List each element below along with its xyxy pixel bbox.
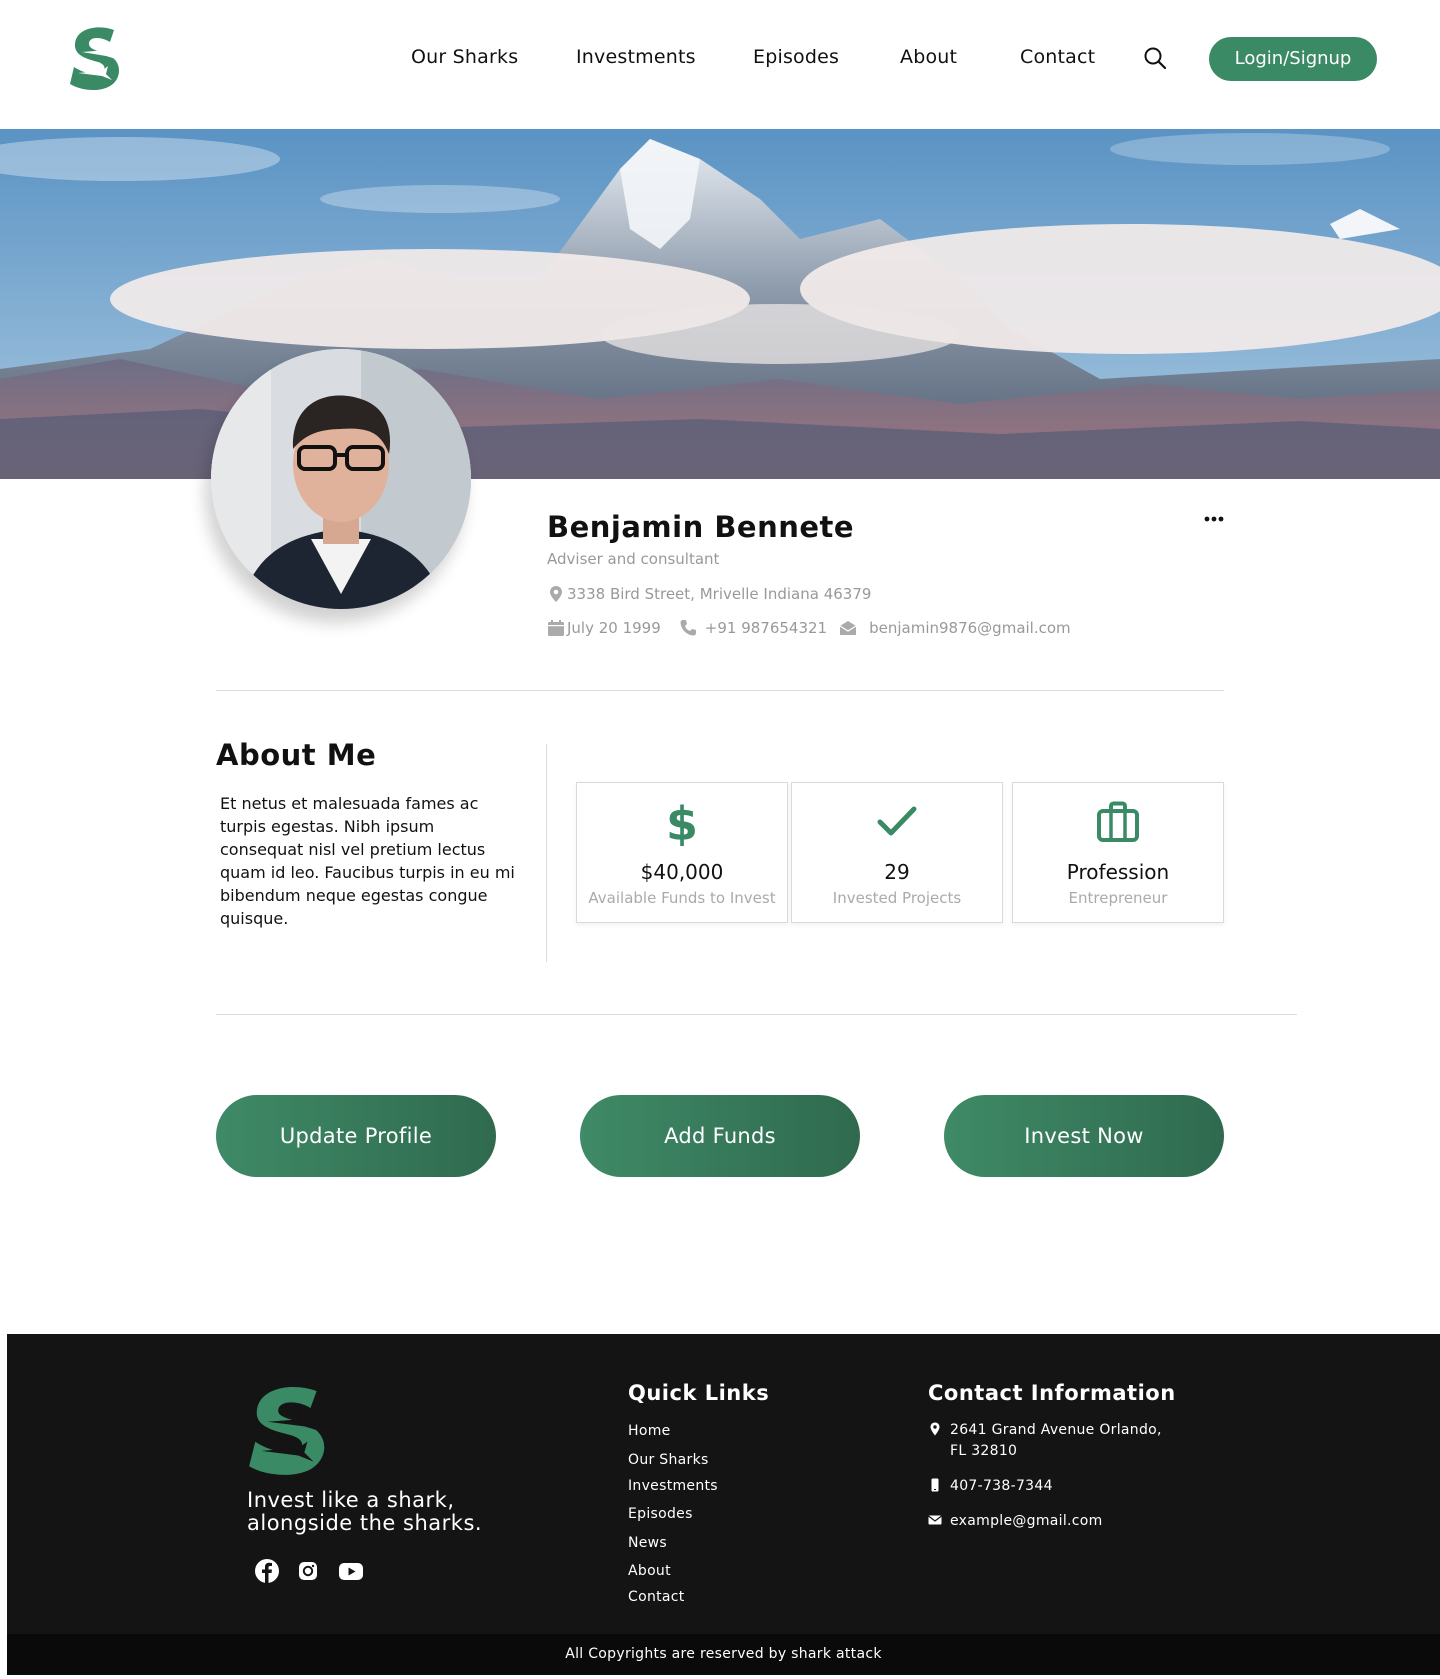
location-pin-icon <box>550 586 562 602</box>
instagram-icon[interactable] <box>295 1558 321 1584</box>
profile-dob: July 20 1999 <box>567 619 661 637</box>
search-icon[interactable] <box>1144 47 1166 69</box>
stat-label: Entrepreneur <box>1068 889 1168 907</box>
stat-value: Profession <box>1066 860 1170 884</box>
facebook-icon[interactable] <box>254 1558 280 1584</box>
footer-email: example@gmail.com <box>928 1511 1103 1532</box>
stat-value: $40,000 <box>640 860 724 884</box>
about-text: Et netus et malesuada fames ac turpis eg… <box>220 794 515 928</box>
footer-link-contact[interactable]: Contact <box>628 1589 685 1605</box>
invest-now-button[interactable]: Invest Now <box>944 1095 1224 1177</box>
stat-value: 29 <box>884 860 910 884</box>
stat-card-funds: $ $40,000 Available Funds to Invest <box>576 782 788 923</box>
mobile-phone-icon <box>931 1478 939 1492</box>
dollar-icon: $ <box>667 798 697 846</box>
phone-icon <box>680 620 696 636</box>
footer-link-about[interactable]: About <box>628 1563 671 1579</box>
divider <box>216 1014 1297 1015</box>
stat-card-profession: Profession Entrepreneur <box>1012 782 1224 923</box>
nav-link-contact[interactable]: Contact <box>1020 46 1095 68</box>
footer-email-address[interactable]: example@gmail.com <box>950 1511 1103 1532</box>
profile-role: Adviser and consultant <box>547 550 720 568</box>
footer-link-our-sharks[interactable]: Our Sharks <box>628 1452 709 1468</box>
address-row: 3338 Bird Street, Mrivelle Indiana 46379 <box>547 585 871 603</box>
svg-text:$: $ <box>667 798 697 846</box>
login-signup-button[interactable]: Login/Signup <box>1209 37 1377 81</box>
avatar-photo <box>211 349 471 609</box>
profile-address: 3338 Bird Street, Mrivelle Indiana 46379 <box>567 585 872 603</box>
add-funds-button[interactable]: Add Funds <box>580 1095 860 1177</box>
footer-phone: 407-738-7344 <box>928 1476 1053 1497</box>
footer-link-episodes[interactable]: Episodes <box>628 1506 693 1522</box>
stat-label: Invested Projects <box>832 889 962 907</box>
footer-link-news[interactable]: News <box>628 1535 667 1551</box>
briefcase-icon <box>1097 801 1139 842</box>
youtube-icon[interactable] <box>338 1558 364 1584</box>
contact-info-title: Contact Information <box>928 1381 1176 1405</box>
check-icon <box>877 806 917 836</box>
nav-link-about[interactable]: About <box>900 46 957 68</box>
footer <box>7 1334 1440 1634</box>
footer-tagline: Invest like a shark, alongside the shark… <box>247 1488 483 1535</box>
quick-links-title: Quick Links <box>628 1381 770 1405</box>
location-pin-icon <box>930 1422 940 1436</box>
vertical-divider <box>546 744 547 962</box>
footer-shark-logo[interactable] <box>246 1385 332 1477</box>
footer-address-line-2: FL 32810 <box>950 1443 1018 1459</box>
copyright-bar: All Copyrights are reserved by shark att… <box>7 1634 1440 1675</box>
more-options-icon[interactable] <box>1203 512 1225 526</box>
nav-link-our-sharks[interactable]: Our Sharks <box>411 46 518 68</box>
cover-image <box>0 129 1440 479</box>
footer-address: 2641 Grand Avenue Orlando, FL 32810 <box>928 1420 1162 1462</box>
footer-link-investments[interactable]: Investments <box>628 1478 718 1494</box>
profile-phone: +91 987654321 <box>704 619 828 637</box>
shark-logo[interactable] <box>68 26 124 92</box>
top-navbar: Our Sharks Investments Episodes About Co… <box>0 0 1440 129</box>
contact-row: July 20 1999 +91 987654321 benjamin9876@… <box>547 619 1071 637</box>
stat-card-projects: 29 Invested Projects <box>791 782 1003 923</box>
divider <box>216 690 1224 691</box>
update-profile-button[interactable]: Update Profile <box>216 1095 496 1177</box>
profile-name: Benjamin Bennete <box>547 510 855 544</box>
profile-email[interactable]: benjamin9876@gmail.com <box>869 619 1071 637</box>
about-title: About Me <box>216 738 377 772</box>
nav-link-episodes[interactable]: Episodes <box>753 46 839 68</box>
mail-icon <box>928 1515 942 1525</box>
footer-address-line-1: 2641 Grand Avenue Orlando, <box>950 1422 1162 1438</box>
stat-label: Available Funds to Invest <box>588 889 776 907</box>
mail-icon <box>839 621 857 635</box>
profile-avatar[interactable] <box>211 349 471 609</box>
footer-phone-number[interactable]: 407-738-7344 <box>950 1476 1053 1497</box>
footer-link-home[interactable]: Home <box>628 1423 671 1439</box>
calendar-icon <box>548 620 564 636</box>
nav-link-investments[interactable]: Investments <box>576 46 696 68</box>
